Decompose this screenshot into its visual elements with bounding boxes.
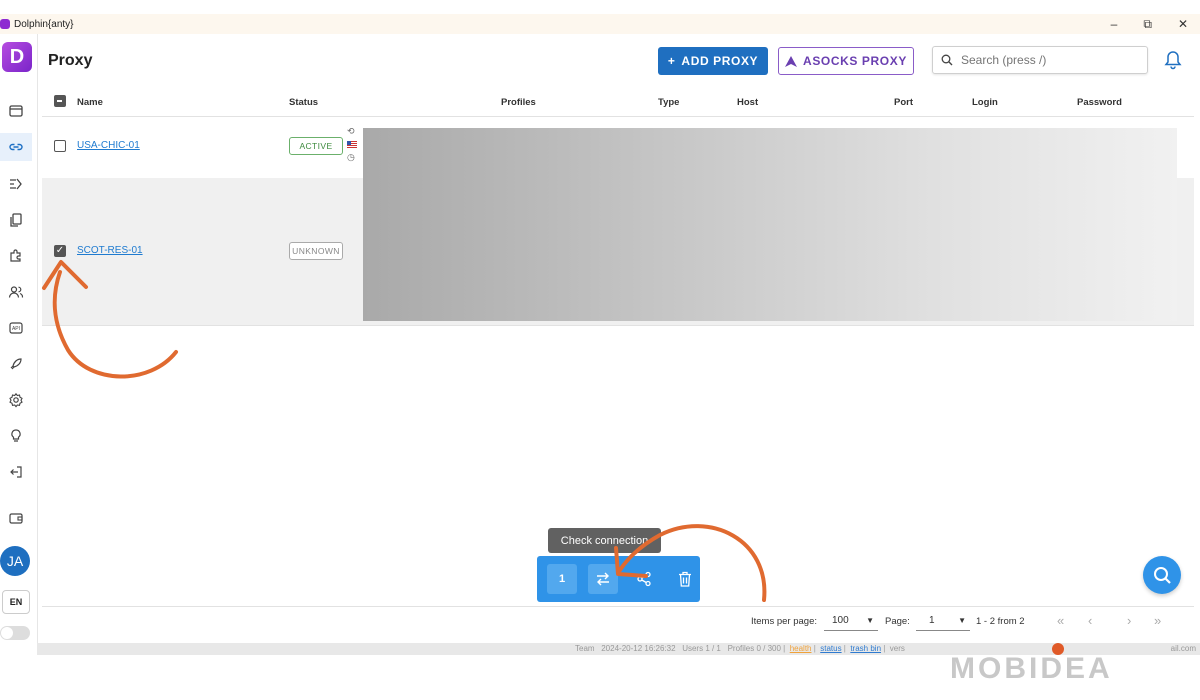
column-header[interactable]: Name	[77, 97, 103, 108]
page-value: 1	[929, 615, 935, 626]
app-logo-icon	[0, 19, 10, 29]
page-title: Proxy	[48, 52, 93, 69]
row-checkbox[interactable]	[54, 140, 66, 152]
extensions-puzzle-icon[interactable]	[0, 242, 32, 270]
first-page-icon[interactable]: «	[1057, 613, 1064, 628]
page-range: 1 - 2 from 2	[976, 616, 1025, 627]
swap-arrows-icon	[597, 572, 609, 586]
share-button[interactable]	[629, 564, 659, 594]
status-badge: UNKNOWN	[289, 242, 343, 260]
search-icon	[941, 54, 953, 66]
add-proxy-label: ADD PROXY	[681, 54, 759, 68]
health-link[interactable]: health	[790, 644, 812, 653]
status-badge: ACTIVE	[289, 137, 343, 155]
column-header[interactable]: Host	[737, 97, 758, 108]
watermark-logo: MOBIDEA	[950, 652, 1113, 685]
sidebar: D API JA EN	[0, 34, 38, 646]
trash-icon	[679, 571, 691, 587]
svg-text:API: API	[12, 326, 20, 332]
copy-icon[interactable]	[0, 206, 32, 234]
automation-icon[interactable]	[0, 170, 32, 198]
window-controls: – ⧉ ✕	[1111, 14, 1188, 34]
brand-logo-icon[interactable]: D	[2, 42, 32, 72]
column-header[interactable]: Password	[1077, 97, 1122, 108]
watermark-dot-icon	[1052, 643, 1064, 655]
search-icon	[1154, 567, 1171, 584]
prev-page-icon[interactable]: ‹	[1088, 613, 1092, 628]
items-per-page-value: 100	[832, 615, 849, 626]
row-checkbox-checked[interactable]: ✓	[54, 245, 66, 257]
history-icon[interactable]: ⟲	[347, 124, 357, 138]
selected-count-badge: 1	[547, 564, 577, 594]
status-link[interactable]: status	[820, 644, 841, 653]
footer-info: Team 2024-20-12 16:26:32 Users 1 / 1 Pro…	[575, 644, 905, 653]
page-label: Page:	[885, 616, 910, 627]
asocks-proxy-button[interactable]: ASOCKS PROXY	[778, 47, 914, 75]
trash-bin-link[interactable]: trash bin	[850, 644, 881, 653]
column-header[interactable]: Profiles	[501, 97, 536, 108]
items-per-page-label: Items per page:	[751, 616, 818, 627]
minimize-button[interactable]: –	[1111, 17, 1118, 31]
table-header: Name Status Profiles Type Host Port Logi…	[42, 88, 1194, 117]
us-flag-icon	[347, 141, 357, 148]
rocket-icon[interactable]	[0, 350, 32, 378]
maximize-button[interactable]: ⧉	[1143, 17, 1152, 32]
floating-search-button[interactable]	[1143, 556, 1181, 594]
avatar[interactable]: JA	[0, 546, 30, 576]
language-button[interactable]: EN	[2, 590, 30, 614]
share-icon	[637, 571, 651, 587]
notifications-bell-icon[interactable]	[1164, 50, 1182, 75]
chevron-down-icon: ▼	[866, 616, 874, 625]
check-connection-button[interactable]	[588, 564, 618, 594]
pagination-bar: Items per page: 100 ▼ Page: 1 ▼ 1 - 2 fr…	[42, 606, 1194, 635]
delete-button[interactable]	[670, 564, 700, 594]
bulk-action-bar: 1	[537, 556, 700, 602]
theme-toggle[interactable]	[0, 626, 30, 640]
lightbulb-icon[interactable]	[0, 422, 32, 450]
footer-datetime: 2024-20-12 16:26:32	[601, 644, 676, 653]
items-per-page-select[interactable]: 100 ▼	[824, 611, 878, 631]
footer-team: Team	[575, 644, 595, 653]
footer-profiles: Profiles 0 / 300	[727, 644, 781, 653]
settings-gear-icon[interactable]	[0, 386, 32, 414]
proxy-name-link[interactable]: SCOT-RES-01	[77, 245, 143, 256]
select-all-checkbox[interactable]	[54, 95, 66, 107]
add-proxy-button[interactable]: + ADD PROXY	[658, 47, 768, 75]
asocks-proxy-label: ASOCKS PROXY	[803, 54, 907, 68]
proxy-name-link[interactable]: USA-CHIC-01	[77, 140, 140, 151]
last-page-icon[interactable]: »	[1154, 613, 1161, 628]
next-page-icon[interactable]: ›	[1127, 613, 1131, 628]
footer-users: Users 1 / 1	[682, 644, 721, 653]
wallet-icon[interactable]	[0, 504, 32, 532]
footer-email: ail.com	[1170, 644, 1196, 653]
column-header[interactable]: Type	[658, 97, 679, 108]
browser-profiles-icon[interactable]	[0, 97, 32, 125]
app-title: Dolphin{anty}	[14, 18, 74, 30]
footer-version: vers	[889, 644, 905, 653]
plus-icon: +	[667, 54, 676, 68]
search-box	[932, 46, 1148, 74]
column-header[interactable]: Port	[894, 97, 913, 108]
clock-icon: ◷	[347, 152, 355, 162]
api-icon[interactable]: API	[0, 314, 32, 342]
page-select[interactable]: 1 ▼	[916, 611, 970, 631]
column-header[interactable]: Status	[289, 97, 318, 108]
search-input[interactable]	[959, 52, 1133, 68]
asocks-logo-icon	[785, 55, 798, 67]
close-button[interactable]: ✕	[1178, 17, 1188, 31]
title-bar: Dolphin{anty} – ⧉ ✕	[0, 14, 1200, 34]
proxy-link-icon[interactable]	[0, 133, 32, 161]
redacted-proxy-details	[363, 128, 1177, 321]
status-meta: ⟲ ◷	[347, 124, 357, 164]
users-icon[interactable]	[0, 278, 32, 306]
check-connection-tooltip: Check connection	[548, 528, 661, 553]
logout-icon[interactable]	[0, 458, 32, 486]
chevron-down-icon: ▼	[958, 616, 966, 625]
column-header[interactable]: Login	[972, 97, 998, 108]
